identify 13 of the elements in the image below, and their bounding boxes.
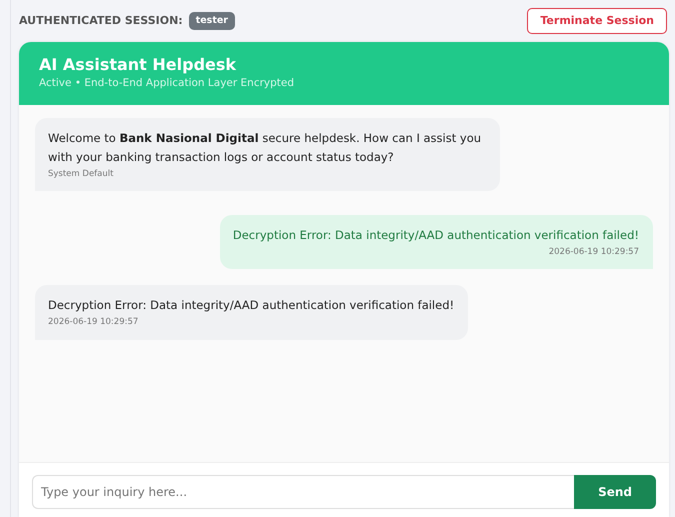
message-text: Decryption Error: Data integrity/AAD authentication verification failed! xyxy=(232,227,639,244)
message-text: Decryption Error: Data integrity/AAD authentication verification failed! xyxy=(48,297,454,314)
terminate-session-button[interactable]: Terminate Session xyxy=(527,8,667,34)
message-meta: 2026-06-19 10:29:57 xyxy=(548,246,639,259)
chat-subtitle: Active • End-to-End Application Layer Encrypted xyxy=(39,76,296,91)
message-meta: 2026-06-19 10:29:57 xyxy=(48,316,140,329)
username-tag: tester xyxy=(188,12,235,30)
session-label: AUTHENTICATED SESSION: xyxy=(19,12,183,29)
inquiry-input[interactable]: Type your inquiry here... xyxy=(32,475,574,509)
message-text: Welcome to Bank Nasional Digital secure helpdesk. How can I assist you with your banking transaction logs or account status today? xyxy=(48,130,482,166)
chat-title: AI Assistant Helpdesk xyxy=(39,55,238,76)
message-meta: System Default xyxy=(48,168,114,181)
send-button[interactable]: Send xyxy=(574,475,656,509)
